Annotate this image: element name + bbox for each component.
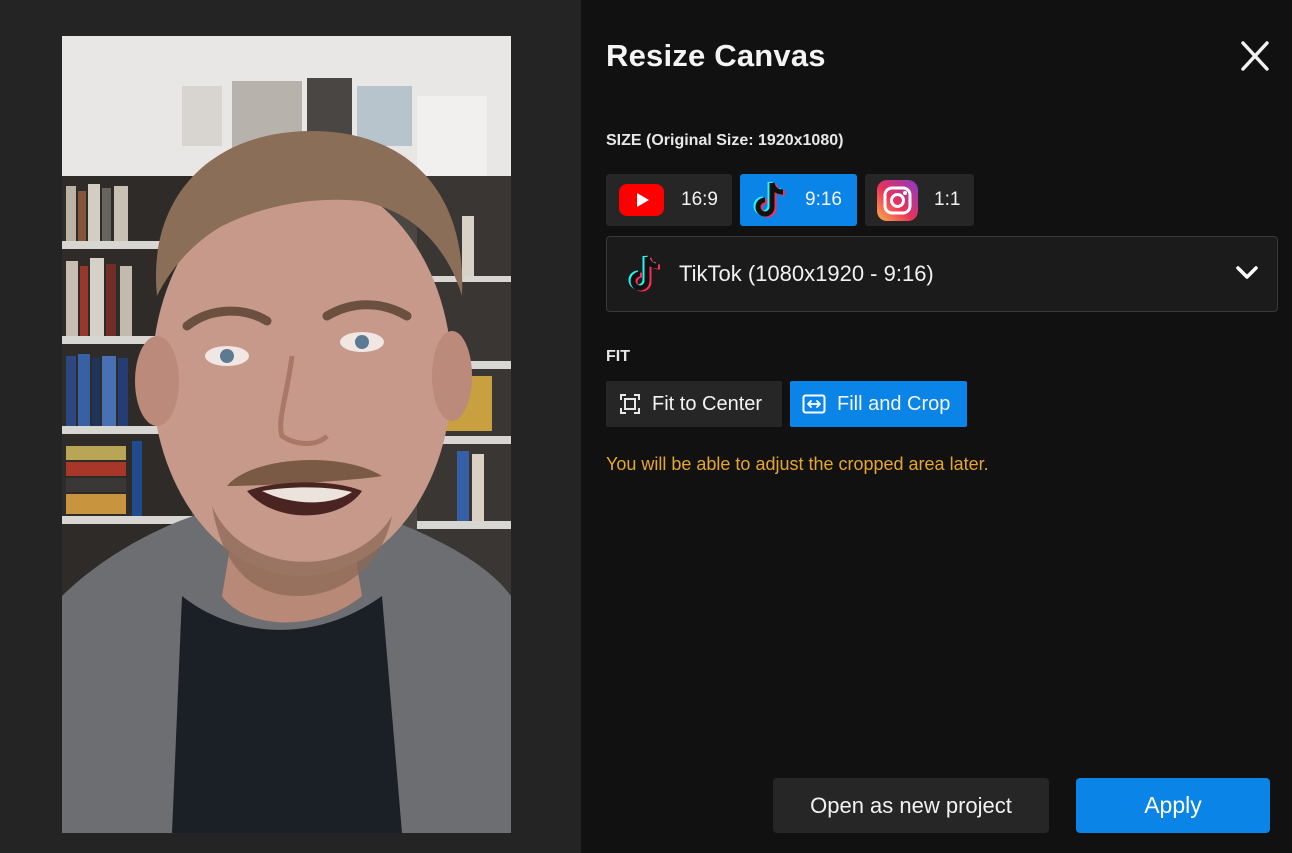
instagram-icon	[877, 179, 918, 221]
resize-canvas-panel: Resize Canvas SIZE (Original Size: 1920x…	[581, 0, 1292, 853]
fill-crop-icon	[802, 394, 826, 414]
open-as-new-project-button[interactable]: Open as new project	[773, 778, 1049, 833]
fill-and-crop-button[interactable]: Fill and Crop	[790, 381, 967, 427]
tiktok-icon	[752, 179, 792, 221]
ratio-9-16-button[interactable]: 9:16	[740, 174, 857, 226]
ratio-1-1-label: 1:1	[934, 189, 961, 210]
chevron-down-icon	[1235, 261, 1259, 290]
video-frame-image	[62, 36, 511, 833]
close-button[interactable]	[1236, 39, 1274, 73]
ratio-16-9-button[interactable]: 16:9	[606, 174, 732, 226]
crop-hint-text: You will be able to adjust the cropped a…	[606, 454, 989, 474]
youtube-icon	[619, 184, 664, 216]
size-preset-dropdown[interactable]: TikTok (1080x1920 - 9:16)	[606, 236, 1278, 312]
size-preset-value: TikTok (1080x1920 - 9:16)	[679, 261, 934, 286]
size-section-label: SIZE (Original Size: 1920x1080)	[606, 132, 844, 149]
fit-center-icon	[619, 393, 641, 415]
fill-and-crop-label: Fill and Crop	[837, 392, 951, 415]
dialog-title: Resize Canvas	[606, 38, 826, 73]
apply-button[interactable]: Apply	[1076, 778, 1270, 833]
tiktok-icon	[627, 253, 667, 295]
video-preview	[62, 36, 511, 833]
fit-section-label: FIT	[606, 348, 630, 365]
close-icon	[1241, 41, 1269, 71]
ratio-9-16-label: 9:16	[805, 189, 842, 210]
preview-pane	[0, 0, 581, 853]
ratio-16-9-label: 16:9	[681, 189, 718, 210]
fit-to-center-label: Fit to Center	[652, 392, 763, 415]
ratio-1-1-button[interactable]: 1:1	[865, 174, 974, 226]
fit-to-center-button[interactable]: Fit to Center	[606, 381, 782, 427]
